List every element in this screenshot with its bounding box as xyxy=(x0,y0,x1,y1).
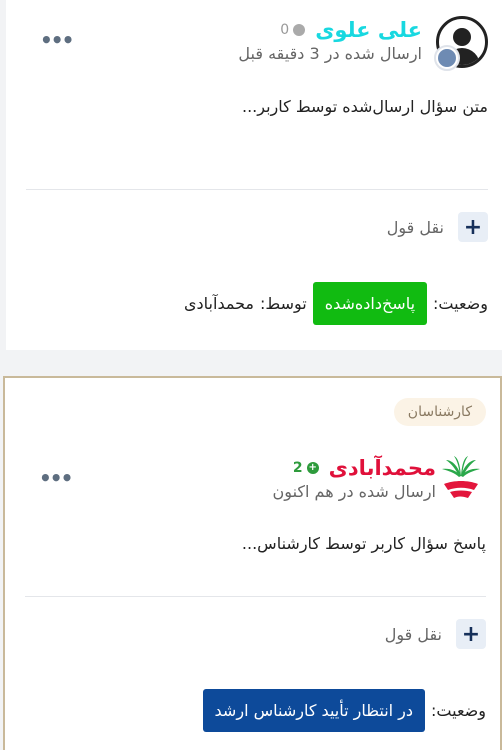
hand-badge-icon xyxy=(434,45,460,71)
status-label: وضعیت: xyxy=(433,294,488,313)
status-badge: پاسخ‌داده‌شده xyxy=(312,282,428,325)
status-label: وضعیت: xyxy=(431,701,486,720)
score-value: 0 xyxy=(280,22,290,38)
divider xyxy=(26,189,488,190)
author-row: محمدآبادی + 2 xyxy=(293,456,436,480)
divider xyxy=(25,596,486,597)
plus-score-icon: + xyxy=(306,462,319,474)
brand-logo-icon xyxy=(442,456,480,498)
status-row: وضعیت: در انتظار تأیید کارشناس ارشد xyxy=(202,689,486,732)
plus-icon: + xyxy=(456,619,486,649)
author-name[interactable]: علی علوی xyxy=(315,18,422,42)
plus-icon: + xyxy=(458,212,488,242)
more-options-icon[interactable]: ••• xyxy=(39,466,73,490)
score-value: 2 xyxy=(292,460,303,476)
question-post: علی علوی 0 ارسال شده در 3 دقیقه قبل ••• … xyxy=(6,0,502,350)
quote-label: نقل قول xyxy=(386,217,444,237)
score-dot-icon xyxy=(293,24,306,36)
post-body: پاسخ سؤال کاربر توسط کارشناس... xyxy=(241,534,486,553)
post-time: ارسال شده در 3 دقیقه قبل xyxy=(238,44,422,63)
quote-button[interactable]: + نقل قول xyxy=(387,212,488,242)
author-row: علی علوی 0 xyxy=(280,18,422,42)
post-body: متن سؤال ارسال‌شده توسط کاربر... xyxy=(242,97,488,116)
by-name[interactable]: محمدآبادی xyxy=(184,294,254,313)
expert-answer-post: کارشناسان محمدآبادی + 2 ارسال شده در هم … xyxy=(3,376,502,750)
experts-tag: کارشناسان xyxy=(393,398,486,426)
status-row: وضعیت: پاسخ‌داده‌شده توسط: محمدآبادی xyxy=(184,282,488,325)
score: 0 xyxy=(280,22,306,38)
score: + 2 xyxy=(293,460,319,476)
quote-label: نقل قول xyxy=(384,624,442,644)
status-badge: در انتظار تأیید کارشناس ارشد xyxy=(202,689,426,732)
post-time: ارسال شده در هم اکنون xyxy=(272,482,436,501)
more-options-icon[interactable]: ••• xyxy=(40,28,74,52)
author-name[interactable]: محمدآبادی xyxy=(329,456,436,480)
by-label: توسط: xyxy=(260,294,307,313)
quote-button[interactable]: + نقل قول xyxy=(385,619,486,649)
